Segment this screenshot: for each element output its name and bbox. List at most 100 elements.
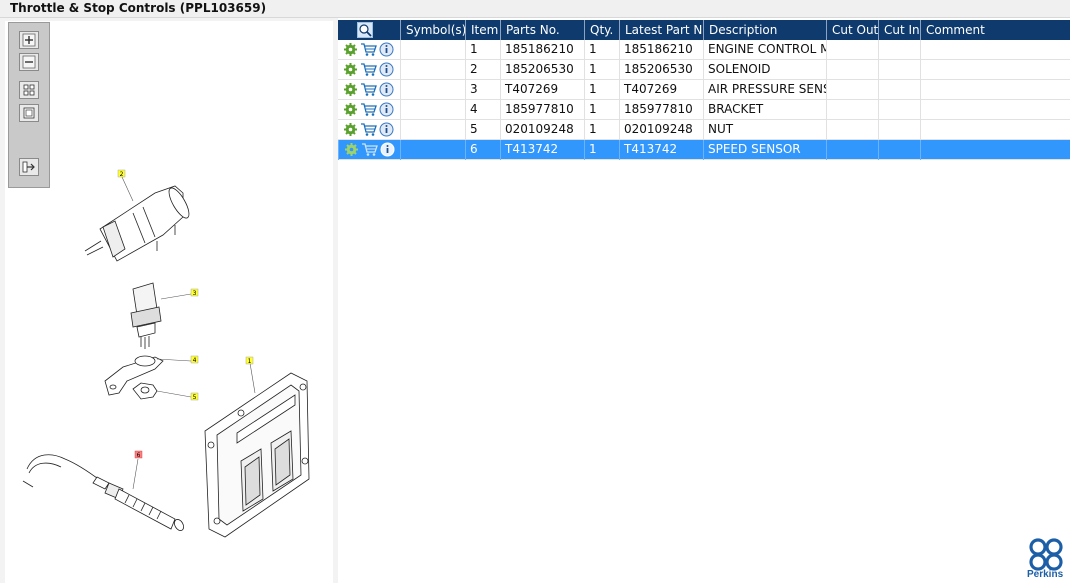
description-cell: AIR PRESSURE SENSOR <box>703 80 826 100</box>
latest-part-no-cell: 185206530 <box>619 60 703 80</box>
grid-header: Symbol(s) Item Parts No. Qty. Latest Par… <box>338 20 1070 40</box>
header-cut-out[interactable]: Cut Out <box>826 20 878 40</box>
header-qty[interactable]: Qty. <box>584 20 619 40</box>
description-cell: SOLENOID <box>703 60 826 80</box>
parts-no-cell: 185186210 <box>500 40 584 60</box>
qty-cell: 1 <box>584 140 619 160</box>
qty-cell: 1 <box>584 100 619 120</box>
parts-no-cell: 185206530 <box>500 60 584 80</box>
item-cell: 1 <box>465 40 500 60</box>
item-cell: 6 <box>465 140 500 160</box>
header-latest-part-no[interactable]: Latest Part No. <box>619 20 703 40</box>
parts-no-cell: 185977810 <box>500 100 584 120</box>
cut-out-cell <box>826 40 878 60</box>
cart-icon[interactable] <box>360 102 377 117</box>
symbols-cell <box>400 140 465 160</box>
callout-5[interactable]: 5 <box>190 392 199 401</box>
zoom-in-button[interactable] <box>19 31 39 49</box>
item-cell: 3 <box>465 80 500 100</box>
part-solenoid[interactable] <box>84 185 193 262</box>
table-row[interactable]: 4 185977810 1 185977810 BRACKET <box>338 100 1070 120</box>
qty-cell: 1 <box>584 120 619 140</box>
zoom-out-button[interactable] <box>19 53 39 71</box>
cut-in-cell <box>878 60 920 80</box>
fit-all-button[interactable] <box>19 81 39 99</box>
latest-part-no-cell: T413742 <box>619 140 703 160</box>
comment-cell <box>920 100 1070 120</box>
header-parts-no[interactable]: Parts No. <box>500 20 584 40</box>
svg-text:1: 1 <box>248 358 252 365</box>
callout-6[interactable]: 6 <box>134 450 143 459</box>
info-icon[interactable] <box>379 122 394 137</box>
export-button[interactable] <box>19 158 39 176</box>
part-engine-control-module[interactable] <box>204 372 310 538</box>
part-speed-sensor[interactable] <box>22 454 185 532</box>
info-icon[interactable] <box>379 82 394 97</box>
symbols-cell <box>400 80 465 100</box>
latest-part-no-cell: 185186210 <box>619 40 703 60</box>
description-cell: NUT <box>703 120 826 140</box>
table-row[interactable]: 1 185186210 1 185186210 ENGINE CONTROL M… <box>338 40 1070 60</box>
gear-icon[interactable] <box>343 42 358 57</box>
part-air-pressure-sensor[interactable] <box>130 282 162 349</box>
row-icons <box>338 100 400 120</box>
header-symbols[interactable]: Symbol(s) <box>400 20 465 40</box>
table-row[interactable]: 2 185206530 1 185206530 SOLENOID <box>338 60 1070 80</box>
qty-cell: 1 <box>584 40 619 60</box>
parts-no-cell: T413742 <box>500 140 584 160</box>
gear-icon[interactable] <box>343 82 358 97</box>
diagram-toolbar <box>8 22 50 188</box>
item-cell: 5 <box>465 120 500 140</box>
gear-icon[interactable] <box>344 142 359 157</box>
info-icon[interactable] <box>379 42 394 57</box>
brand-name: Perkins <box>1027 569 1064 580</box>
comment-cell <box>920 80 1070 100</box>
parts-no-cell: 020109248 <box>500 120 584 140</box>
cut-out-cell <box>826 60 878 80</box>
search-zoom-icon <box>357 22 373 38</box>
table-row[interactable]: 5 020109248 1 020109248 NUT <box>338 120 1070 140</box>
svg-text:5: 5 <box>193 394 197 401</box>
callout-1[interactable]: 1 <box>245 356 254 365</box>
diagram-canvas[interactable]: 2 3 4 5 1 6 <box>5 21 333 583</box>
header-comment[interactable]: Comment <box>920 20 1070 40</box>
cart-icon[interactable] <box>360 62 377 77</box>
item-cell: 4 <box>465 100 500 120</box>
svg-text:6: 6 <box>137 452 141 459</box>
cut-in-cell <box>878 40 920 60</box>
table-row-selected[interactable]: 6 T413742 1 T413742 SPEED SENSOR <box>338 140 1070 160</box>
comment-cell <box>920 40 1070 60</box>
header-zoom-icon-cell[interactable] <box>338 20 400 40</box>
symbols-cell <box>400 60 465 80</box>
description-cell: ENGINE CONTROL MOD <box>703 40 826 60</box>
table-row[interactable]: 3 T407269 1 T407269 AIR PRESSURE SENSOR <box>338 80 1070 100</box>
item-cell: 2 <box>465 60 500 80</box>
gear-icon[interactable] <box>343 62 358 77</box>
callout-4[interactable]: 4 <box>190 355 199 364</box>
cart-icon[interactable] <box>360 82 377 97</box>
cart-icon[interactable] <box>361 142 378 157</box>
fit-window-button[interactable] <box>19 104 39 122</box>
row-icons <box>338 140 400 160</box>
comment-cell <box>920 60 1070 80</box>
latest-part-no-cell: 185977810 <box>619 100 703 120</box>
latest-part-no-cell: T407269 <box>619 80 703 100</box>
gear-icon[interactable] <box>343 122 358 137</box>
cart-icon[interactable] <box>360 42 377 57</box>
header-item[interactable]: Item <box>465 20 500 40</box>
info-icon[interactable] <box>379 62 394 77</box>
header-description[interactable]: Description <box>703 20 826 40</box>
callout-3[interactable]: 3 <box>190 288 199 297</box>
parts-grid: Symbol(s) Item Parts No. Qty. Latest Par… <box>338 18 1070 583</box>
symbols-cell <box>400 120 465 140</box>
gear-icon[interactable] <box>343 102 358 117</box>
qty-cell: 1 <box>584 60 619 80</box>
cart-icon[interactable] <box>360 122 377 137</box>
callout-2[interactable]: 2 <box>117 169 126 178</box>
header-cut-in[interactable]: Cut In <box>878 20 920 40</box>
cut-in-cell <box>878 120 920 140</box>
info-icon[interactable] <box>379 102 394 117</box>
svg-text:2: 2 <box>120 171 124 178</box>
part-nut[interactable] <box>132 382 158 400</box>
info-icon[interactable] <box>380 142 395 157</box>
